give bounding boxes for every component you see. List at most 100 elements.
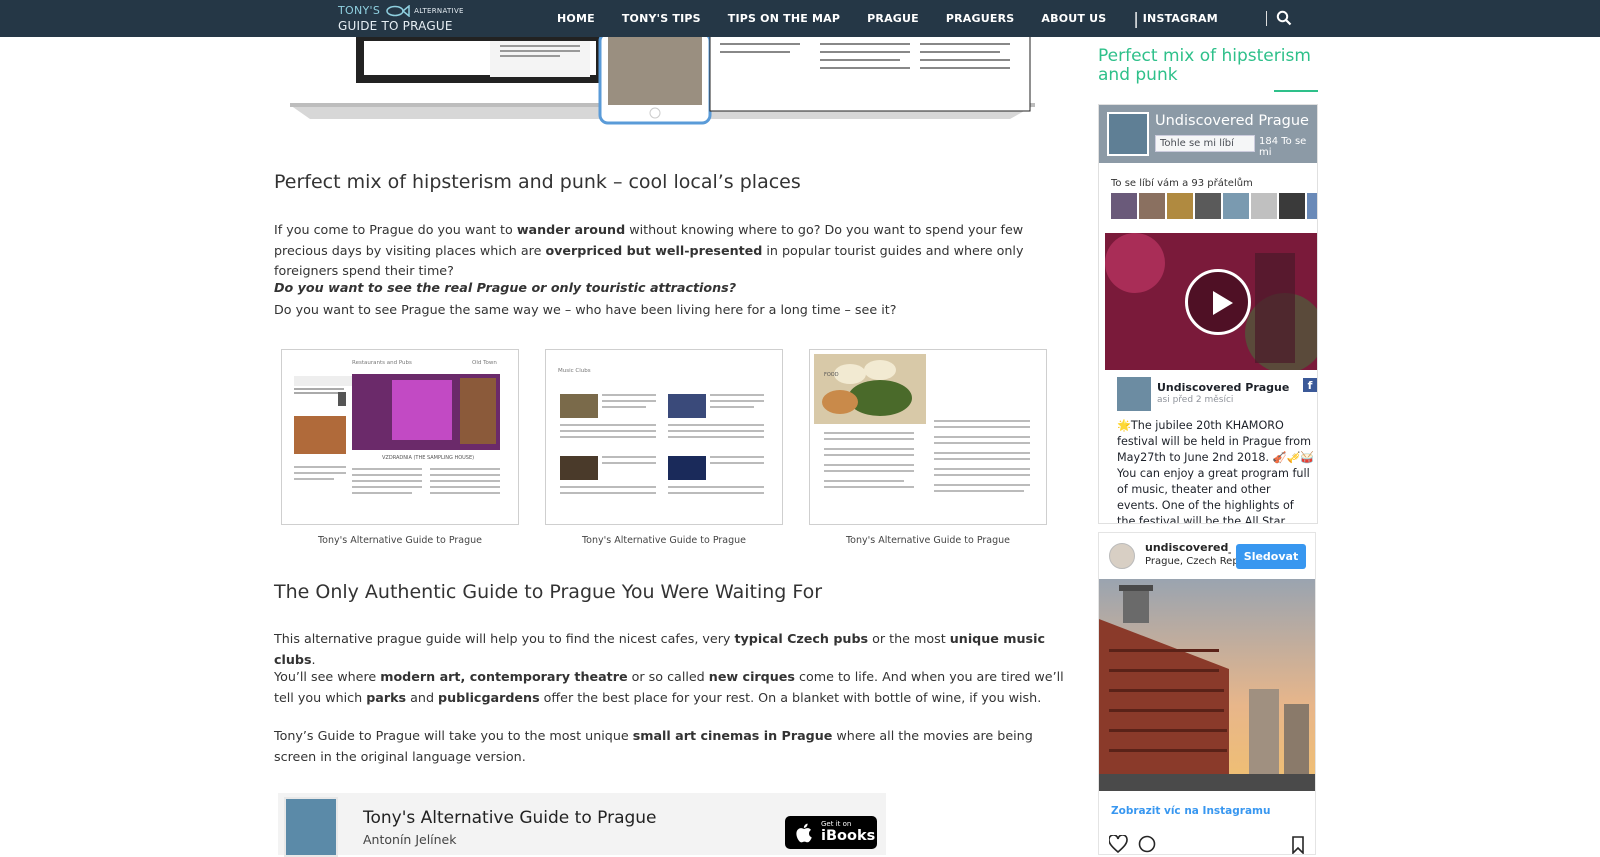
friend-avatar[interactable] xyxy=(1139,193,1165,219)
text-run: or so called xyxy=(627,669,709,684)
book-title[interactable]: Tony's Alternative Guide to Prague xyxy=(363,808,657,828)
instagram-username[interactable]: undiscovered_prague xyxy=(1145,541,1231,554)
bold-text: new cirques xyxy=(708,669,795,684)
facebook-page-avatar[interactable] xyxy=(1107,112,1149,156)
ibooks-widget: Tony's Alternative Guide to Prague Anton… xyxy=(278,793,886,857)
instagram-avatar[interactable] xyxy=(1109,543,1135,569)
friend-avatar[interactable] xyxy=(1223,193,1249,219)
instagram-more-link[interactable]: Zobrazit víc na Instagramu xyxy=(1111,805,1270,817)
gallery-caption: Tony's Alternative Guide to Prague xyxy=(845,535,1011,546)
gallery-image-food[interactable]: FOOD xyxy=(809,349,1047,525)
gallery-image-music-clubs[interactable]: Music Clubs xyxy=(545,349,783,525)
bold-text: parks xyxy=(366,689,407,705)
guide-page-preview xyxy=(560,394,764,494)
instagram-follow-button[interactable]: Sledovat xyxy=(1236,544,1306,569)
facebook-like-button[interactable]: Tohle se mi líbí xyxy=(1155,135,1255,152)
guide-page-preview xyxy=(294,374,500,494)
page-label: FOOD xyxy=(824,372,839,378)
main-nav: HOME TONY'S TIPS TIPS ON THE MAP PRAGUE … xyxy=(557,0,1245,37)
nav-tonys-tips[interactable]: TONY'S TIPS xyxy=(622,12,701,25)
instagram-photo[interactable] xyxy=(1099,579,1315,791)
facebook-video-thumbnail[interactable] xyxy=(1105,233,1317,373)
facebook-like-label: Tohle se mi líbí xyxy=(1160,138,1234,149)
text-run: If you come to Prague do you want to xyxy=(274,222,517,237)
get-on-ibooks-button[interactable]: Get it on iBooks xyxy=(785,816,877,849)
friend-avatar[interactable] xyxy=(1251,193,1277,219)
guide-paragraph-1: This alternative prague guide will help … xyxy=(274,629,1074,670)
page-section: Old Town xyxy=(472,360,497,366)
text-run: Tony’s Guide to Prague will take you to … xyxy=(274,728,633,743)
bold-text: modern art, contemporary theatre xyxy=(380,669,628,684)
instagram-location[interactable]: Prague, Czech Republic xyxy=(1145,556,1237,567)
nav-home[interactable]: HOME xyxy=(557,12,595,25)
facebook-post-time[interactable]: asi před 2 měsíci xyxy=(1157,395,1233,405)
comment-icon xyxy=(1138,835,1156,853)
guide-page-preview xyxy=(814,354,1030,492)
book-author: Antonín Jelínek xyxy=(363,832,457,847)
bold-text: typical Czech pubs xyxy=(734,631,869,646)
facebook-like-count: 184 To se mi xyxy=(1259,136,1307,158)
facebook-page-widget: Undiscovered Prague Tohle se mi líbí 184… xyxy=(1098,104,1318,524)
page-subtitle: VZDRADNIA (THE SAMPLING HOUSE) xyxy=(382,455,475,461)
facebook-icon: f xyxy=(1303,378,1317,392)
heart-icon xyxy=(1109,835,1128,854)
text-run: This alternative prague guide will help … xyxy=(274,631,735,646)
nav-separator: | xyxy=(1133,9,1139,28)
search-divider xyxy=(1266,11,1267,26)
nav-tips-on-map[interactable]: TIPS ON THE MAP xyxy=(728,12,840,25)
devices-hero-image xyxy=(290,37,1035,125)
logo-text-main: GUIDE TO PRAGUE xyxy=(338,19,453,33)
facebook-page-header[interactable]: Undiscovered Prague Tohle se mi líbí 184… xyxy=(1099,105,1317,163)
bold-text: publicgardens xyxy=(438,689,540,705)
ibooks-button-small-text: Get it on xyxy=(821,820,852,828)
friend-avatar[interactable] xyxy=(1307,193,1317,219)
text-run: You’ll see where xyxy=(274,669,381,684)
text-run: offer the best place for your rest. On a… xyxy=(539,689,1042,705)
question-heading: Do you want to see the real Prague or on… xyxy=(274,280,737,295)
ibooks-button-label: iBooks xyxy=(821,828,876,844)
nav-prague[interactable]: PRAGUE xyxy=(867,12,919,25)
nav-instagram[interactable]: INSTAGRAM xyxy=(1143,12,1218,25)
text-run: and xyxy=(406,689,439,705)
friend-avatar[interactable] xyxy=(1195,193,1221,219)
fish-logo-icon xyxy=(386,4,410,17)
page-title: Restaurants and Pubs xyxy=(352,360,412,366)
instagram-widget: undiscovered_prague Prague, Czech Republ… xyxy=(1098,532,1316,855)
facebook-post-avatar[interactable] xyxy=(1117,377,1151,411)
play-icon[interactable] xyxy=(1185,269,1251,335)
intro-paragraph: If you come to Prague do you want to wan… xyxy=(274,220,1074,282)
photo-building xyxy=(1099,579,1315,791)
bookmark-icon xyxy=(1292,836,1304,854)
question-paragraph: Do you want to see Prague the same way w… xyxy=(274,302,897,317)
facebook-friends-text: To se líbí vám a 93 přátelům xyxy=(1111,178,1253,189)
section-heading-hipsterism: Perfect mix of hipsterism and punk – coo… xyxy=(274,171,801,193)
friend-avatar[interactable] xyxy=(1111,193,1137,219)
logo-text-alternative: ALTERNATIVE xyxy=(414,6,464,15)
instagram-actions xyxy=(1109,835,1304,854)
logo-text-top: TONY'S xyxy=(338,4,381,17)
bold-text: wander around xyxy=(516,222,626,237)
sidebar-title: Perfect mix of hipsterism and punk xyxy=(1098,46,1311,85)
facebook-page-name[interactable]: Undiscovered Prague xyxy=(1155,113,1309,129)
gallery-caption: Tony's Alternative Guide to Prague xyxy=(581,535,747,546)
page-title: Music Clubs xyxy=(558,368,591,374)
text-run: . xyxy=(311,651,316,667)
sidebar-title-underline xyxy=(1274,90,1318,92)
section-heading-authentic-guide: The Only Authentic Guide to Prague You W… xyxy=(274,581,823,603)
site-logo[interactable]: TONY'S ALTERNATIVE GUIDE TO PRAGUE xyxy=(338,4,464,33)
top-navbar: TONY'S ALTERNATIVE GUIDE TO PRAGUE HOME … xyxy=(0,0,1600,37)
text-run: or the most xyxy=(868,631,950,646)
book-cover-image[interactable] xyxy=(284,797,338,857)
nav-about-us[interactable]: ABOUT US xyxy=(1041,12,1106,25)
bold-text: overpriced but well-presented xyxy=(545,242,763,258)
facebook-friends-avatars xyxy=(1111,193,1317,219)
friend-avatar[interactable] xyxy=(1279,193,1305,219)
gallery-image-restaurants[interactable]: Restaurants and Pubs Old Town VZDRADNIA … xyxy=(281,349,519,525)
facebook-post-author[interactable]: Undiscovered Prague xyxy=(1157,381,1289,394)
guide-paragraph-3: Tony’s Guide to Prague will take you to … xyxy=(274,726,1074,767)
nav-praguers[interactable]: PRAGUERS xyxy=(946,12,1015,25)
friend-avatar[interactable] xyxy=(1167,193,1193,219)
facebook-post-text: 🌟The jubilee 20th KHAMORO festival will … xyxy=(1117,419,1315,524)
search-icon[interactable] xyxy=(1276,10,1292,26)
guide-paragraph-2: You’ll see where modern art, contemporar… xyxy=(274,667,1074,708)
